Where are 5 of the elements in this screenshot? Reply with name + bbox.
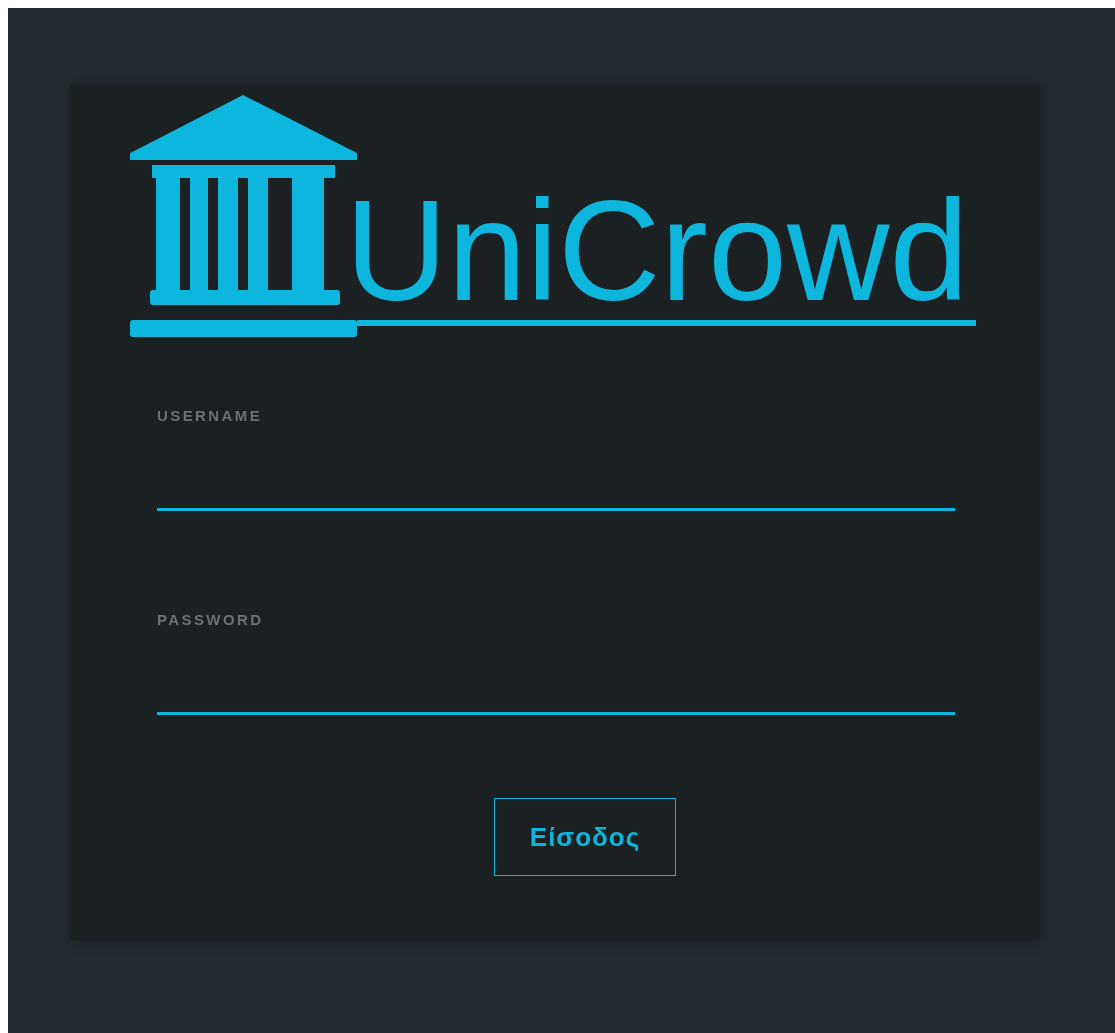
logo-text: UniCrowd [345,191,969,312]
building-icon [130,95,357,337]
login-button[interactable]: Είσοδος [494,798,676,876]
field-label: PASSWORD [157,611,265,628]
field-label: USERNAME [157,407,264,424]
